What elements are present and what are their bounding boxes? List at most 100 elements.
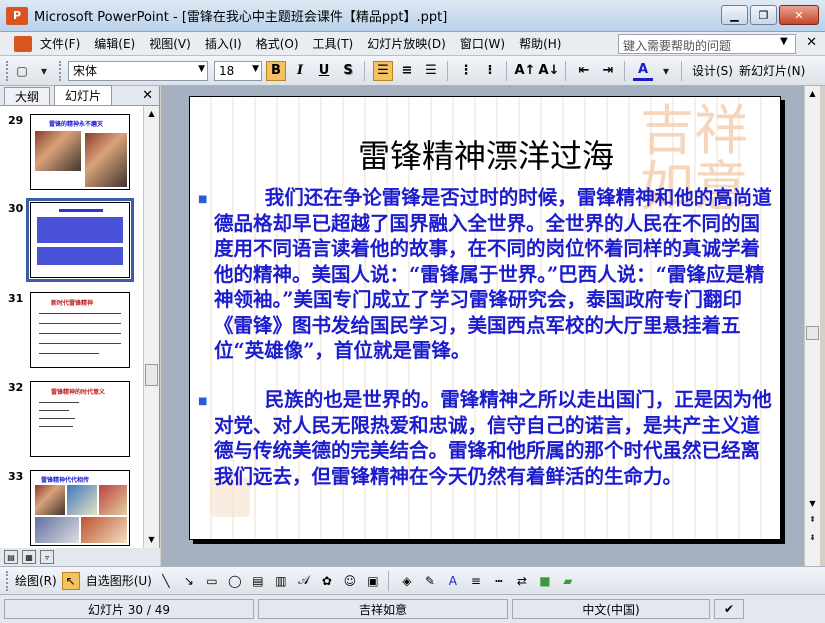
scroll-up-icon[interactable]: ▲ (806, 86, 819, 100)
select-pointer-icon[interactable]: ↖ (61, 571, 80, 590)
dash-style-icon[interactable]: ┅ (490, 572, 508, 590)
picture-icon[interactable]: ▣ (364, 572, 382, 590)
toolbar-grip-2[interactable] (59, 60, 62, 81)
slide-thumbnail[interactable]: 29 雷锋的精神永不磨灭 (8, 114, 143, 190)
oval-icon[interactable]: ◯ (226, 572, 244, 590)
menu-help[interactable]: 帮助(H) (519, 35, 561, 52)
menu-slideshow[interactable]: 幻灯片放映(D) (367, 35, 446, 52)
bullet-paragraph[interactable]: ■ 民族的也是世界的。雷锋精神之所以走出国门，正是因为他对党、对人民无限热爱和忠… (198, 387, 776, 489)
tab-slides[interactable]: 幻灯片 (54, 85, 113, 105)
slide-thumbnail-selected[interactable]: 30 (8, 198, 143, 282)
restore-button[interactable]: ❐ (750, 5, 777, 25)
next-slide-icon[interactable]: ⇟ (806, 530, 819, 544)
menu-insert[interactable]: 插入(I) (205, 35, 242, 52)
slide-thumbnail[interactable]: 31 新时代雷锋精神 (8, 292, 143, 368)
bullet-paragraph[interactable]: ■ 我们还在争论雷锋是否过时的时候，雷锋精神和他的高尚道德品格却早已超越了国界融… (198, 185, 776, 364)
scroll-down-icon[interactable]: ▼ (806, 496, 819, 510)
title-bar: P Microsoft PowerPoint - [雷锋在我心中主题班会课件【精… (0, 0, 825, 32)
decrease-indent-icon[interactable]: ⇤ (574, 61, 594, 81)
toolbar-grip[interactable] (6, 60, 9, 81)
slide-preview-title: 雷锋精神代代相传 (41, 477, 90, 484)
pane-close-icon[interactable]: ✕ (142, 88, 153, 103)
align-left-icon[interactable]: ☰ (373, 60, 393, 81)
spellcheck-icon[interactable]: ✔ (714, 599, 744, 619)
scroll-thumb[interactable] (806, 326, 819, 340)
document-menu-icon[interactable] (14, 35, 32, 52)
font-color-icon[interactable]: A (633, 61, 653, 81)
toolbar-options-icon[interactable]: ▾ (35, 62, 53, 80)
previous-slide-icon[interactable]: ⇞ (806, 512, 819, 526)
bold-button[interactable]: B (266, 60, 286, 81)
slides-pane: 大纲 幻灯片 ✕ 29 雷锋的精神永不磨灭 30 31 新时代雷锋精神 32 雷… (0, 85, 160, 548)
powerpoint-app-icon[interactable]: P (6, 6, 28, 25)
new-slide-button[interactable]: 新幻灯片(N) (739, 62, 805, 79)
design-button[interactable]: 设计(S) (692, 62, 733, 79)
numbered-list-icon[interactable]: ⋮ (456, 61, 476, 81)
font-name-select[interactable]: 宋体 ▼ (68, 60, 208, 81)
help-dropdown-icon[interactable]: ▼ (780, 36, 788, 47)
scroll-thumb[interactable] (145, 364, 158, 386)
scroll-up-icon[interactable]: ▲ (145, 106, 158, 120)
rectangle-icon[interactable]: ▭ (203, 572, 221, 590)
autoshape-menu-button[interactable]: 自选图形(U) (86, 572, 152, 589)
text-color-icon[interactable]: A (444, 572, 462, 590)
slide-scrollbar[interactable]: ▲ ▼ ⇞ ⇟ (804, 86, 820, 566)
clipart-icon[interactable]: ☺ (341, 572, 359, 590)
normal-view-icon[interactable]: ▤ (4, 550, 18, 564)
minimize-button[interactable]: ▁ (721, 5, 748, 25)
font-size-select[interactable]: 18 ▼ (214, 60, 262, 81)
menu-format[interactable]: 格式(O) (256, 35, 299, 52)
shadow-style-icon[interactable]: ■ (536, 572, 554, 590)
slide-thumbnail[interactable]: 32 雷锋精神的时代意义 (8, 381, 143, 457)
slide-sorter-icon[interactable]: ▦ (22, 550, 36, 564)
slide-number: 29 (8, 114, 24, 127)
line-style-icon[interactable]: ≡ (467, 572, 485, 590)
toolbar-grip[interactable] (6, 570, 9, 591)
bulleted-list-icon[interactable]: ⁝ (480, 61, 500, 81)
wordart-icon[interactable]: 𝒜 (295, 572, 313, 590)
menu-tools[interactable]: 工具(T) (313, 35, 354, 52)
underline-button[interactable]: U (314, 61, 334, 81)
close-button[interactable]: ✕ (779, 5, 819, 25)
slide-preview: 雷锋精神的时代意义 (30, 381, 130, 457)
slide-thumbnail[interactable]: 33 雷锋精神代代相传 (8, 470, 143, 546)
align-right-icon[interactable]: ☰ (421, 61, 441, 81)
menu-file[interactable]: 文件(F) (40, 35, 80, 52)
document-close-icon[interactable]: ✕ (806, 35, 817, 50)
menu-edit[interactable]: 编辑(E) (94, 35, 135, 52)
new-document-icon[interactable]: ▢ (13, 62, 31, 80)
font-size-value: 18 (219, 63, 235, 78)
decrease-font-icon[interactable]: A↓ (539, 61, 560, 81)
shadow-button[interactable]: S (338, 61, 358, 81)
thumbnail-scrollbar[interactable]: ▲ ▼ (143, 106, 159, 548)
chevron-down-icon: ▼ (198, 63, 205, 74)
diagram-icon[interactable]: ✿ (318, 572, 336, 590)
italic-button[interactable]: I (290, 61, 310, 81)
line-color-icon[interactable]: ✎ (421, 572, 439, 590)
slide-number: 30 (8, 202, 24, 215)
bullet-text: 民族的也是世界的。雷锋精神之所以走出国门，正是因为他对党、对人民无限热爱和忠诚，… (214, 388, 772, 488)
menu-window[interactable]: 窗口(W) (460, 35, 505, 52)
help-search-input[interactable]: 键入需要帮助的问题 (618, 34, 796, 54)
arrow-icon[interactable]: ↘ (180, 572, 198, 590)
3d-style-icon[interactable]: ▰ (559, 572, 577, 590)
vertical-textbox-icon[interactable]: ▥ (272, 572, 290, 590)
restore-icon: ❐ (758, 8, 769, 22)
slideshow-view-icon[interactable]: ▿ (40, 550, 54, 564)
menu-view[interactable]: 视图(V) (149, 35, 191, 52)
arrow-style-icon[interactable]: ⇄ (513, 572, 531, 590)
textbox-icon[interactable]: ▤ (249, 572, 267, 590)
font-color-dropdown-icon[interactable]: ▾ (657, 62, 675, 80)
scroll-down-icon[interactable]: ▼ (145, 532, 158, 546)
tab-outline[interactable]: 大纲 (4, 87, 51, 105)
slide-canvas[interactable]: 吉祥如意 雷锋精神漂洋过海 ■ 我们还在争论雷锋是否过时的时候，雷锋精神和他的高… (189, 96, 781, 540)
line-icon[interactable]: ╲ (157, 572, 175, 590)
slide-number: 32 (8, 381, 24, 394)
increase-font-icon[interactable]: A↑ (515, 61, 536, 81)
increase-indent-icon[interactable]: ⇥ (598, 61, 618, 81)
align-center-icon[interactable]: ≡ (397, 61, 417, 81)
bullet-square-icon: ■ (198, 194, 208, 205)
draw-menu-button[interactable]: 绘图(R) (15, 572, 57, 589)
fill-color-icon[interactable]: ◈ (398, 572, 416, 590)
slide-title[interactable]: 雷锋精神漂洋过海 (190, 131, 780, 177)
